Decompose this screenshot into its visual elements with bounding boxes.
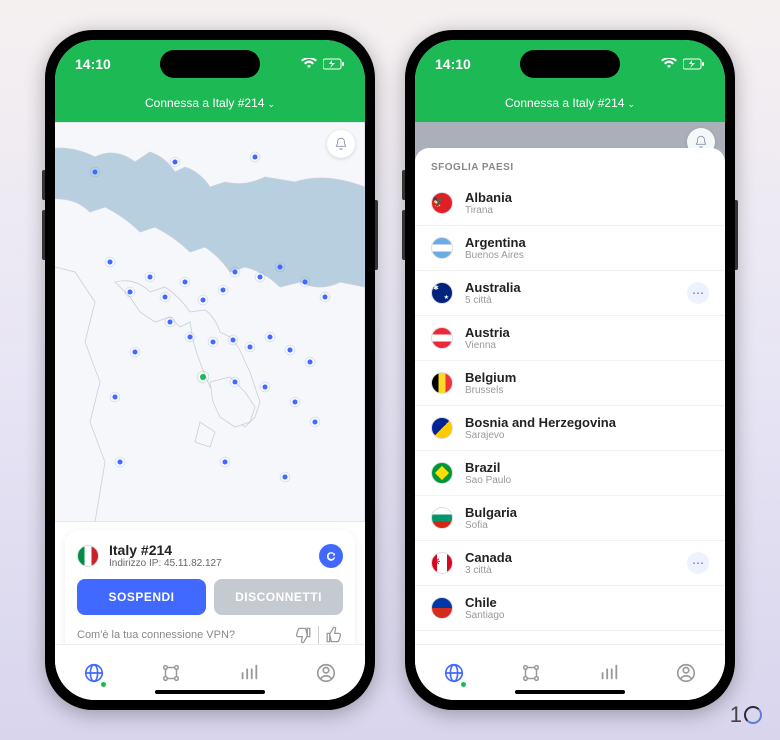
country-item[interactable]: ChileSantiago	[415, 586, 725, 631]
country-name: Albania	[465, 190, 709, 205]
mesh-icon	[160, 662, 182, 684]
phone-left: 14:10 Connessa a Italy #214⌄	[45, 30, 375, 710]
country-sub: Santiago	[465, 610, 709, 621]
refresh-button[interactable]	[319, 544, 343, 568]
flag-belgium-icon	[431, 372, 453, 394]
tab-stats[interactable]	[229, 653, 269, 693]
connection-card: Italy #214 Indirizzo IP: 45.11.82.127 SO…	[65, 530, 355, 657]
country-sub: Sarajevo	[465, 430, 709, 441]
connection-header[interactable]: Connessa a Italy #214⌄	[55, 88, 365, 122]
flag-brazil-icon	[431, 462, 453, 484]
disconnect-button[interactable]: DISCONNETTI	[214, 579, 343, 615]
country-name: Austria	[465, 325, 709, 340]
profile-icon	[675, 662, 697, 684]
status-time: 14:10	[75, 56, 111, 72]
country-sub: Tirana	[465, 205, 709, 216]
country-name: Brazil	[465, 460, 709, 475]
country-name: Argentina	[465, 235, 709, 250]
country-name: Belgium	[465, 370, 709, 385]
map[interactable]	[55, 122, 365, 522]
ip-address: Indirizzo IP: 45.11.82.127	[109, 558, 309, 569]
battery-icon	[323, 58, 345, 70]
flag-australia-icon: ✱★	[431, 282, 453, 304]
wifi-icon	[661, 58, 677, 70]
stats-icon	[598, 662, 620, 684]
flag-bulgaria-icon	[431, 507, 453, 529]
thumbs-up-icon[interactable]	[323, 625, 343, 645]
country-item[interactable]: BrazilSao Paulo	[415, 451, 725, 496]
country-list[interactable]: 🦅 AlbaniaTirana ArgentinaBuenos Aires ✱★ Aus…	[415, 181, 725, 644]
country-sub: Sofia	[465, 520, 709, 531]
country-name: Australia	[465, 280, 687, 295]
country-item[interactable]: Bosnia and HerzegovinaSarajevo	[415, 406, 725, 451]
flag-austria-icon	[431, 327, 453, 349]
country-panel: SFOGLIA PAESI 🦅 AlbaniaTirana ArgentinaBue…	[415, 148, 725, 644]
flag-argentina-icon	[431, 237, 453, 259]
notch	[520, 50, 620, 78]
country-name: Canada	[465, 550, 687, 565]
tab-map[interactable]	[74, 653, 114, 693]
country-item[interactable]: BelgiumBrussels	[415, 361, 725, 406]
country-item[interactable]: AustriaVienna	[415, 316, 725, 361]
country-sub: Brussels	[465, 385, 709, 396]
flag-bosnia-icon	[431, 417, 453, 439]
active-server-dot[interactable]	[200, 374, 206, 380]
stats-icon	[238, 662, 260, 684]
tab-stats[interactable]	[589, 653, 629, 693]
wifi-icon	[301, 58, 317, 70]
notification-button[interactable]	[327, 130, 355, 158]
connection-header[interactable]: Connessa a Italy #214⌄	[415, 88, 725, 122]
country-sub: Sao Paulo	[465, 475, 709, 486]
tab-mesh[interactable]	[511, 653, 551, 693]
country-name: Chile	[465, 595, 709, 610]
home-indicator[interactable]	[155, 690, 265, 694]
phone-right: 14:10 Connessa a Italy #214⌄ SFOGLIA PAE…	[405, 30, 735, 710]
more-button[interactable]: ⋯	[687, 282, 709, 304]
bell-icon	[694, 135, 708, 149]
country-sub: Buenos Aires	[465, 250, 709, 261]
bell-icon	[334, 137, 348, 151]
more-button[interactable]: ⋯	[687, 552, 709, 574]
chevron-down-icon: ⌄	[627, 99, 635, 109]
flag-canada-icon: ❋	[431, 552, 453, 574]
country-item[interactable]: BulgariaSofia	[415, 496, 725, 541]
country-name: Bulgaria	[465, 505, 709, 520]
globe-icon	[83, 662, 105, 684]
globe-icon	[443, 662, 465, 684]
home-indicator[interactable]	[515, 690, 625, 694]
refresh-icon	[325, 550, 337, 562]
country-item[interactable]: ❋ Canada3 città⋯	[415, 541, 725, 586]
tab-map[interactable]	[434, 653, 474, 693]
chevron-down-icon: ⌄	[267, 99, 275, 109]
brand-logo: 1	[730, 702, 762, 728]
tab-profile[interactable]	[666, 653, 706, 693]
country-name: Bosnia and Herzegovina	[465, 415, 709, 430]
mesh-icon	[520, 662, 542, 684]
feedback-prompt: Com'è la tua connessione VPN?	[77, 629, 235, 641]
flag-albania-icon: 🦅	[431, 192, 453, 214]
country-item[interactable]: ✱★ Australia5 città⋯	[415, 271, 725, 316]
country-sub: 3 città	[465, 565, 687, 576]
country-sub: 5 città	[465, 295, 687, 306]
country-list-header: SFOGLIA PAESI	[415, 148, 725, 181]
country-sub: Vienna	[465, 340, 709, 351]
notch	[160, 50, 260, 78]
status-time: 14:10	[435, 56, 471, 72]
battery-icon	[683, 58, 705, 70]
country-item[interactable]: 🦅 AlbaniaTirana	[415, 181, 725, 226]
tab-mesh[interactable]	[151, 653, 191, 693]
server-name: Italy #214	[109, 542, 309, 558]
country-item[interactable]: ArgentinaBuenos Aires	[415, 226, 725, 271]
flag-italy-icon	[77, 545, 99, 567]
thumbs-down-icon[interactable]	[294, 625, 314, 645]
profile-icon	[315, 662, 337, 684]
flag-chile-icon	[431, 597, 453, 619]
pause-button[interactable]: SOSPENDI	[77, 579, 206, 615]
tab-profile[interactable]	[306, 653, 346, 693]
